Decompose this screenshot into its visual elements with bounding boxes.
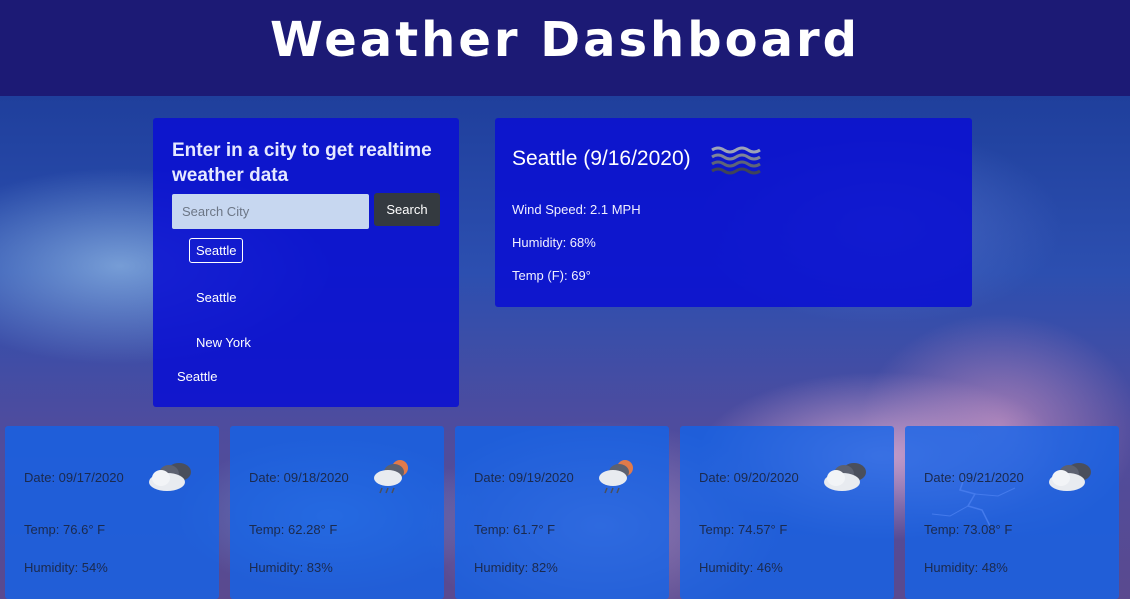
forecast-humidity: Humidity: 83% (249, 560, 333, 575)
history-item-new-york[interactable]: New York (196, 335, 251, 350)
history-item-seattle[interactable]: Seattle (177, 369, 217, 384)
forecast-card: Date: 09/19/2020 Temp: 61.7° F Humidity:… (455, 426, 669, 599)
forecast-humidity: Humidity: 48% (924, 560, 1008, 575)
forecast-temp: Temp: 61.7° F (474, 522, 556, 537)
forecast-card: Date: 09/21/2020 Temp: 73.08° F Humidity… (905, 426, 1119, 599)
search-prompt: Enter in a city to get realtime weather … (172, 140, 432, 186)
forecast-date: Date: 09/17/2020 (24, 470, 124, 485)
mist-icon (711, 146, 761, 175)
forecast-card: Date: 09/18/2020 Temp: 62.28° F Humidity… (230, 426, 444, 599)
cloudy-icon (1049, 463, 1091, 491)
rain-sun-icon (374, 460, 408, 494)
forecast-humidity: Humidity: 82% (474, 560, 558, 575)
forecast-date: Date: 09/21/2020 (924, 470, 1024, 485)
current-wind-speed: Wind Speed: 2.1 MPH (512, 202, 641, 217)
current-humidity: Humidity: 68% (512, 235, 596, 250)
forecast-temp: Temp: 62.28° F (249, 522, 338, 537)
forecast-date: Date: 09/19/2020 (474, 470, 574, 485)
forecast-date: Date: 09/18/2020 (249, 470, 349, 485)
rain-sun-icon (599, 460, 633, 494)
forecast-humidity: Humidity: 54% (24, 560, 108, 575)
forecast-temp: Temp: 74.57° F (699, 522, 788, 537)
forecast-temp: Temp: 73.08° F (924, 522, 1013, 537)
current-weather-panel: Seattle (9/16/2020) Wind Speed: 2.1 MPH … (495, 118, 972, 307)
forecast-date: Date: 09/20/2020 (699, 470, 799, 485)
search-button[interactable]: Search (374, 193, 440, 226)
history-item-seattle[interactable]: Seattle (196, 290, 236, 305)
history-item-seattle[interactable]: Seattle (189, 238, 244, 263)
current-city-date: Seattle (9/16/2020) (512, 147, 691, 170)
current-temp: Temp (F): 69° (512, 268, 591, 283)
forecast-card: Date: 09/20/2020 Temp: 74.57° F Humidity… (680, 426, 894, 599)
cloudy-icon (824, 463, 866, 491)
cloudy-icon (149, 463, 191, 491)
search-panel: Enter in a city to get realtime weather … (153, 118, 459, 407)
app-header: Weather Dashboard (0, 0, 1130, 96)
forecast-card: Date: 09/17/2020 Temp: 76.6° F Humidity:… (5, 426, 219, 599)
page-title: Weather Dashboard (270, 12, 860, 68)
search-city-input[interactable] (172, 194, 369, 229)
forecast-humidity: Humidity: 46% (699, 560, 783, 575)
forecast-temp: Temp: 76.6° F (24, 522, 106, 537)
